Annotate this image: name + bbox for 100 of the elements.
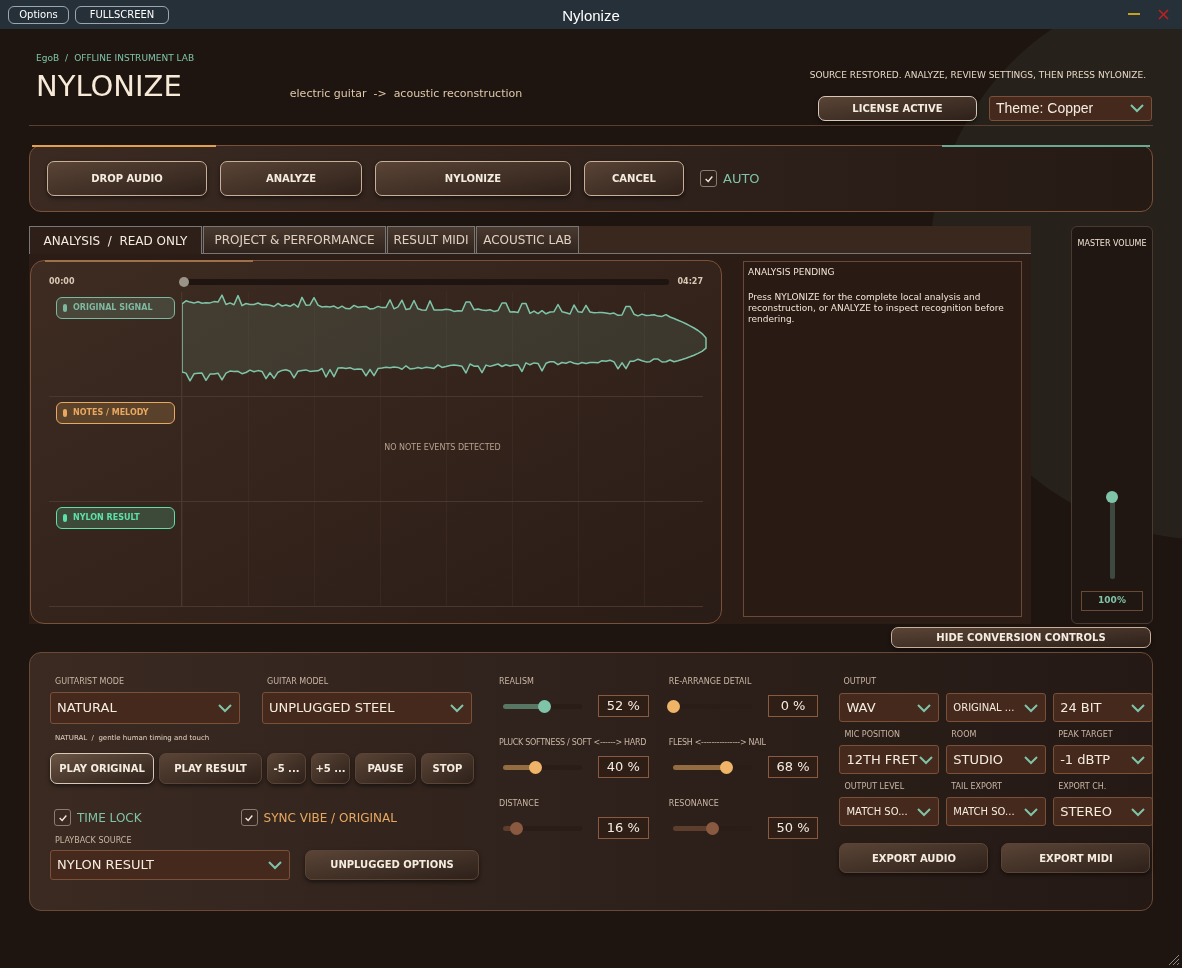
output-dropdown[interactable]: WAV (839, 693, 940, 722)
field-label: OUTPUT (842, 676, 878, 688)
empty-message: NO NOTE EVENTS DETECTED (383, 442, 502, 454)
breadcrumb-item[interactable]: OFFLINE INSTRUMENT LAB (74, 52, 195, 66)
volume-reading: 100% (1081, 591, 1143, 611)
export-button[interactable]: EXPORT MIDI (1001, 843, 1151, 873)
output-dropdown[interactable]: 12TH FRET (839, 745, 940, 774)
output-dropdown[interactable]: MATCH SO... (946, 797, 1047, 826)
end-time: 04:27 (676, 276, 703, 288)
chevron-down-icon (1130, 806, 1147, 817)
playback-source-dropdown[interactable]: NYLON RESULT (50, 849, 290, 880)
guitarist-mode-dropdown[interactable]: NATURAL (50, 692, 240, 724)
volume-thumb[interactable] (1106, 491, 1118, 503)
chevron-down-icon (217, 703, 233, 713)
check-icon (703, 173, 714, 184)
field-label: GUITAR MODEL (266, 676, 330, 688)
slider-value: 0 % (767, 695, 819, 717)
chevron-down-icon (1023, 806, 1040, 817)
chevron-down-icon (449, 703, 465, 713)
transport-button[interactable]: -5 ... (267, 752, 306, 784)
field-label: EXPORT CH. (1057, 781, 1108, 793)
transport-button[interactable]: PAUSE (355, 752, 416, 784)
checkbox-label: AUTO (723, 169, 760, 188)
transport-button[interactable]: +5 ... (311, 752, 350, 784)
slider-thumb[interactable] (528, 760, 542, 774)
output-dropdown[interactable]: -1 dBTP (1053, 745, 1154, 774)
field-label: TAIL EXPORT (950, 781, 1003, 793)
field-label: MIC POSITION (843, 729, 901, 741)
chevron-down-icon (1129, 103, 1145, 113)
slider-value: 16 % (598, 817, 649, 839)
titlebar-button[interactable]: Options (8, 5, 69, 24)
field-label: REALISM (499, 676, 535, 688)
lane-label: ORIGINAL SIGNAL (56, 297, 175, 319)
toolbar-button[interactable]: NYLONIZE (375, 161, 571, 196)
slider-value: 40 % (598, 756, 649, 778)
export-button[interactable]: EXPORT AUDIO (839, 843, 989, 873)
transport-button[interactable]: PLAY RESULT (159, 752, 262, 784)
check-icon (57, 812, 68, 823)
breadcrumb-separator: / (65, 52, 69, 65)
tab[interactable]: RESULT MIDI (387, 226, 475, 254)
status-message: SOURCE RESTORED. ANALYZE, REVIEW SETTINGS, THEN PRESS NYLONIZE. (809, 69, 1146, 82)
chevron-down-icon (1023, 754, 1040, 765)
field-label: RESONANCE (668, 798, 720, 810)
output-dropdown[interactable]: STEREO (1053, 797, 1154, 826)
chevron-down-icon (916, 702, 933, 713)
info-text: Press NYLONIZE for the complete local analysis and reconstruction, or ANALYZE to inspect recognition before rendering. (748, 291, 1005, 325)
license-button[interactable]: LICENSE ACTIVE (818, 95, 977, 121)
field-label: FLESH <---------------> NAIL (668, 737, 766, 749)
window-title: Nylonize (562, 6, 620, 26)
unplugged-options-button[interactable]: UNPLUGGED OPTIONS (305, 849, 479, 880)
checkbox[interactable] (54, 809, 71, 826)
chevron-down-icon (1130, 702, 1147, 713)
slider-thumb[interactable] (706, 821, 720, 835)
app-title: NYLONIZE (36, 71, 182, 101)
tab[interactable]: PROJECT & PERFORMANCE (203, 226, 386, 254)
panel-title: MASTER VOLUME (1077, 238, 1147, 250)
chevron-down-icon (916, 806, 933, 817)
info-title: ANALYSIS PENDING (748, 266, 836, 279)
timeline-track[interactable] (181, 279, 669, 285)
slider-thumb[interactable] (509, 821, 523, 835)
tab[interactable]: ANALYSIS / READ ONLY (29, 226, 202, 254)
toolbar-button[interactable]: CANCEL (584, 161, 684, 196)
chevron-down-icon (267, 859, 283, 870)
transport-button[interactable]: PLAY ORIGINAL (50, 752, 154, 784)
output-dropdown[interactable]: STUDIO (946, 745, 1047, 774)
playhead-thumb[interactable] (179, 277, 189, 287)
field-label: RE-ARRANGE DETAIL (668, 676, 753, 688)
breadcrumb-item[interactable]: EgoB (36, 52, 60, 66)
lane-label: NOTES / MELODY (56, 402, 175, 424)
tab[interactable]: ACOUSTIC LAB (476, 226, 579, 254)
checkbox[interactable] (700, 170, 717, 187)
checkbox[interactable] (240, 809, 258, 826)
checkbox-label: TIME LOCK (77, 809, 142, 827)
resize-grip-icon[interactable] (1166, 952, 1180, 966)
hide-controls-button[interactable]: HIDE CONVERSION CONTROLS (891, 627, 1151, 648)
titlebar-button[interactable]: FULLSCREEN (75, 5, 169, 24)
app-subtitle: electric guitar -> acoustic reconstruction (289, 86, 523, 102)
slider-thumb[interactable] (666, 699, 680, 713)
slider-value: 68 % (767, 756, 819, 778)
slider-thumb[interactable] (720, 760, 734, 774)
field-label: PLUCK SOFTNESS / SOFT <------> HARD (499, 737, 647, 749)
output-dropdown[interactable]: MATCH SO... (839, 797, 940, 826)
lane-label: NYLON RESULT (56, 507, 175, 529)
guitar-model-dropdown[interactable]: UNPLUGGED STEEL (262, 692, 472, 724)
field-label: ROOM (950, 729, 978, 741)
slider-value: 50 % (767, 817, 819, 839)
transport-button[interactable]: STOP (421, 752, 474, 784)
field-label: DISTANCE (499, 798, 540, 810)
output-dropdown[interactable]: 24 BIT (1053, 693, 1154, 722)
slider-value: 52 % (598, 695, 649, 717)
output-dropdown[interactable]: ORIGINAL ... (946, 693, 1047, 722)
field-label: PEAK TARGET (1057, 729, 1114, 741)
chevron-down-icon (917, 754, 934, 765)
field-label: GUITARIST MODE (54, 676, 125, 688)
theme-dropdown[interactable]: Theme: Copper (989, 95, 1152, 121)
field-label: OUTPUT LEVEL (843, 781, 906, 793)
toolbar-button[interactable]: DROP AUDIO (47, 161, 207, 196)
checkbox-label: SYNC VIBE / ORIGINAL (263, 809, 397, 827)
slider-thumb[interactable] (538, 699, 552, 713)
toolbar-button[interactable]: ANALYZE (220, 161, 362, 196)
